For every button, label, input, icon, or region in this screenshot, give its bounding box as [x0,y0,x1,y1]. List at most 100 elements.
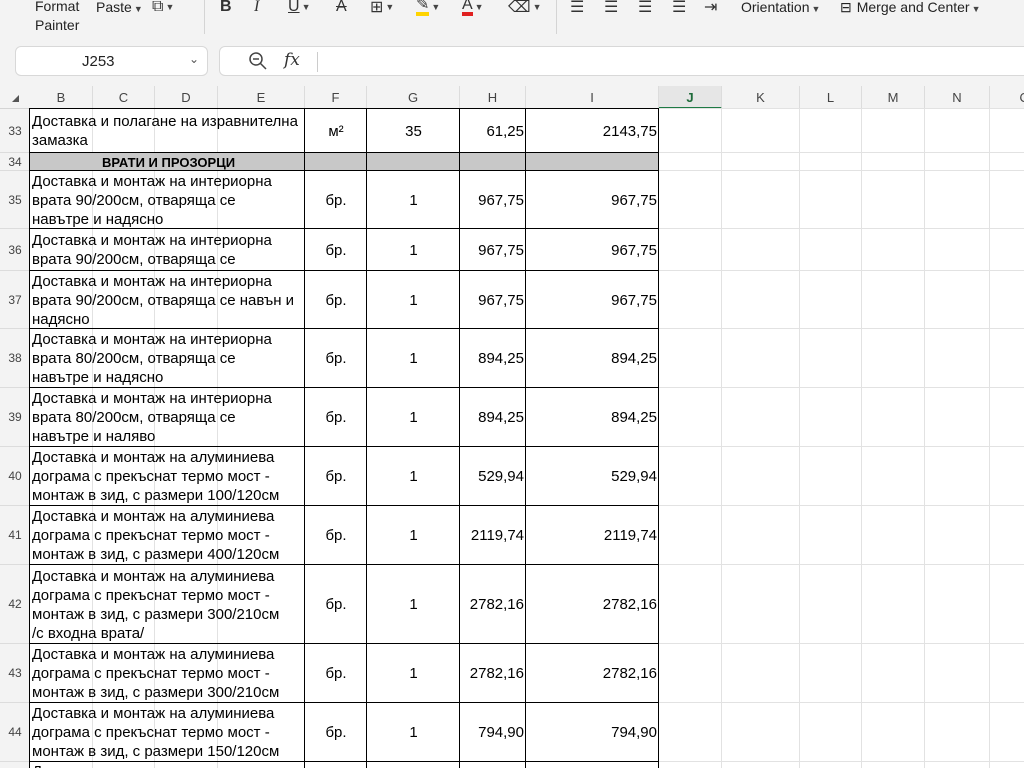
quantity-cell[interactable]: 1 [367,229,460,271]
column-header-c[interactable]: C [93,86,155,109]
fx-icon[interactable]: fx [284,50,300,70]
unit-price-cell[interactable]: 61,25 [460,109,526,153]
row-header-41[interactable]: 41 [0,506,30,565]
unit-cell[interactable]: бр. [305,644,367,703]
row-header-33[interactable]: 33 [0,109,30,153]
copy-dropdown-button[interactable]: ⧉ ▼ [152,0,174,17]
column-header-o[interactable]: O [990,86,1024,109]
quantity-cell[interactable]: 1 [367,447,460,506]
quantity-cell[interactable]: 1 [367,565,460,644]
format-painter-button[interactable]: Format Painter [35,0,79,35]
unit-price-cell[interactable]: 894,25 [460,329,526,388]
quantity-cell[interactable]: 1 [367,703,460,762]
column-header-e[interactable]: E [218,86,305,109]
quantity-cell[interactable]: 1 [367,388,460,447]
borders-button[interactable]: ⊞ ▼ [370,0,394,17]
unit-cell[interactable]: бр. [305,388,367,447]
unit-price-cell[interactable] [460,762,526,768]
italic-button[interactable]: I [254,0,259,17]
unit-cell[interactable]: бр. [305,565,367,644]
clear-format-button[interactable]: ⌫ ▼ [508,0,542,17]
quantity-cell[interactable]: 1 [367,329,460,388]
row-header-44[interactable]: 44 [0,703,30,762]
total-cell[interactable]: 794,90 [526,703,659,762]
description-cell[interactable]: Доставка и монтаж на алуминиева дограма … [30,703,305,762]
unit-price-cell[interactable]: 2782,16 [460,565,526,644]
total-cell[interactable]: 894,25 [526,388,659,447]
description-cell[interactable]: Доставка и полагане на изравнителна зама… [30,109,305,153]
row-header-39[interactable]: 39 [0,388,30,447]
indent-button[interactable]: ⇥ [704,0,717,17]
description-cell[interactable]: Доставка и монтаж на интериорна врата 80… [30,329,305,388]
name-box[interactable]: J253 ⌄ [15,46,208,76]
quantity-cell[interactable]: 1 [367,271,460,329]
description-cell[interactable]: Доставка и монтаж на алуминиева [30,762,305,768]
unit-cell[interactable] [305,762,367,768]
column-header-b[interactable]: B [30,86,93,109]
align-center-button[interactable]: ☰ [604,0,618,17]
total-cell[interactable] [526,762,659,768]
column-header-h[interactable]: H [460,86,526,109]
description-cell[interactable]: Доставка и монтаж на алуминиева дограма … [30,644,305,703]
quantity-cell[interactable]: 1 [367,506,460,565]
row-header-38[interactable]: 38 [0,329,30,388]
description-cell[interactable]: Доставка и монтаж на интериорна врата 80… [30,388,305,447]
row-header-40[interactable]: 40 [0,447,30,506]
row-header-34[interactable]: 34 [0,153,30,171]
spreadsheet-grid[interactable]: BCDEFGHIJKLMNO 33Доставка и полагане на … [0,86,1024,768]
align-left-button[interactable]: ☰ [570,0,584,17]
unit-price-cell[interactable]: 894,25 [460,388,526,447]
description-cell[interactable]: Доставка и монтаж на алуминиева дограма … [30,506,305,565]
unit-cell[interactable]: бр. [305,703,367,762]
total-cell[interactable]: 529,94 [526,447,659,506]
unit-price-cell[interactable]: 529,94 [460,447,526,506]
quantity-cell[interactable]: 1 [367,171,460,229]
unit-cell[interactable]: бр. [305,229,367,271]
unit-cell[interactable]: бр. [305,447,367,506]
section-heading[interactable]: ВРАТИ И ПРОЗОРЦИ [30,153,659,171]
column-header-f[interactable]: F [305,86,367,109]
unit-cell[interactable]: бр. [305,329,367,388]
total-cell[interactable]: 894,25 [526,329,659,388]
font-color-button[interactable]: A ▼ [462,0,484,17]
unit-cell[interactable]: бр. [305,506,367,565]
row-header-35[interactable]: 35 [0,171,30,229]
description-cell[interactable]: Доставка и монтаж на интериорна врата 90… [30,171,305,229]
column-header-l[interactable]: L [800,86,862,109]
unit-price-cell[interactable]: 794,90 [460,703,526,762]
total-cell[interactable]: 2782,16 [526,565,659,644]
formula-input[interactable]: fx [219,46,1024,76]
total-cell[interactable]: 967,75 [526,229,659,271]
row-header-42[interactable]: 42 [0,565,30,644]
row-header-45[interactable]: 45 [0,762,30,768]
column-header-g[interactable]: G [367,86,460,109]
fill-color-button[interactable]: ✎ ▼ [416,0,440,17]
unit-price-cell[interactable]: 2119,74 [460,506,526,565]
column-header-d[interactable]: D [155,86,218,109]
orientation-button[interactable]: Orientation ▼ [741,0,820,18]
paste-button[interactable]: Paste ▼ [96,0,143,18]
total-cell[interactable]: 2782,16 [526,644,659,703]
description-cell[interactable]: Доставка и монтаж на алуминиева дограма … [30,447,305,506]
column-header-k[interactable]: K [722,86,800,109]
justify-button[interactable]: ☰ [672,0,686,17]
unit-price-cell[interactable]: 967,75 [460,271,526,329]
bold-button[interactable]: B [220,0,232,17]
quantity-cell[interactable]: 1 [367,644,460,703]
description-cell[interactable]: Доставка и монтаж на интериорна врата 90… [30,271,305,329]
chevron-down-icon[interactable]: ⌄ [189,52,199,66]
total-cell[interactable]: 2143,75 [526,109,659,153]
description-cell[interactable]: Доставка и монтаж на интериорна врата 90… [30,229,305,271]
unit-price-cell[interactable]: 2782,16 [460,644,526,703]
unit-cell[interactable]: м² [305,109,367,153]
column-header-i[interactable]: I [526,86,659,109]
row-header-36[interactable]: 36 [0,229,30,271]
zoom-icon[interactable] [248,51,268,71]
row-header-37[interactable]: 37 [0,271,30,329]
column-header-j[interactable]: J [659,86,722,109]
align-right-button[interactable]: ☰ [638,0,652,17]
row-header-43[interactable]: 43 [0,644,30,703]
total-cell[interactable]: 967,75 [526,271,659,329]
unit-cell[interactable]: бр. [305,171,367,229]
description-cell[interactable]: Доставка и монтаж на алуминиева дограма … [30,565,305,644]
